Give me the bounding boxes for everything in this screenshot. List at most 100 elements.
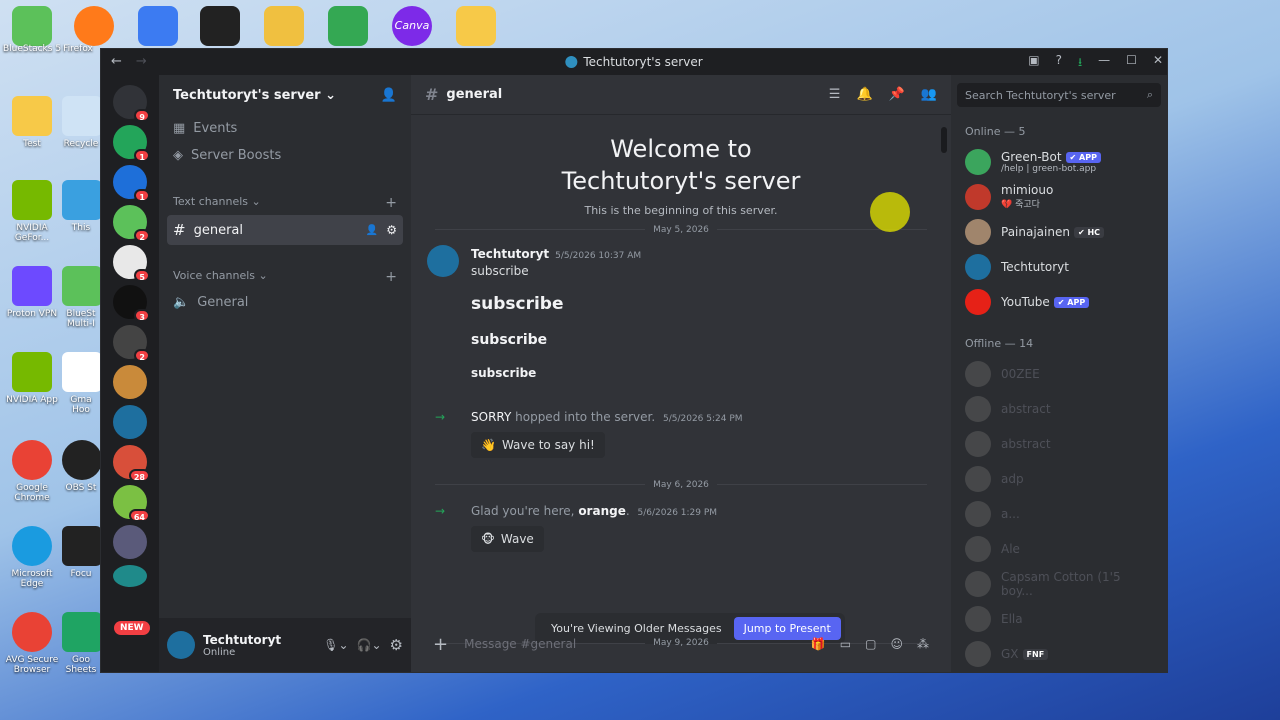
canva-icon[interactable]: Canva [392,6,432,46]
wave-button[interactable]: 🐵 Wave [471,525,544,552]
text-channels-category[interactable]: Text channels ⌄ + [159,185,411,215]
avatar[interactable] [965,183,991,210]
desktop-icon-avg[interactable]: AVG Secure Browser [0,612,64,676]
message-input[interactable]: Message #general [464,637,795,651]
avatar[interactable] [965,360,991,387]
desktop-icon-gma[interactable]: Gma Hoo [62,352,100,416]
gear-icon[interactable]: ⚙ [390,636,403,654]
voice-channel-general[interactable]: 🔈 General [159,289,411,316]
avatar[interactable] [427,244,459,277]
avatar[interactable] [965,218,991,245]
help-icon[interactable]: ? [1056,53,1062,74]
threads-icon[interactable]: ☰ [829,87,841,102]
emoji-icon[interactable]: ☺ [890,637,903,651]
desktop-icon-sheets[interactable]: Goo Sheets [62,612,100,676]
desktop-icon-recycle[interactable]: Recycle [62,96,100,149]
server-header[interactable]: Techtutoryt's server ⌄ 👤 [159,75,411,115]
server-boosts-item[interactable]: ◈ Server Boosts [159,142,411,169]
avatar[interactable] [965,570,991,597]
microphone-icon[interactable]: 🎙⌄ [323,638,348,652]
folder-icon[interactable] [456,6,496,46]
member-item[interactable]: abstract [951,426,1167,461]
search-input[interactable]: Search Techtutoryt's server ⌕ [957,83,1161,107]
desktop-icon-nvidia[interactable]: NVIDIA GeFor... [0,180,64,244]
avatar[interactable] [965,395,991,422]
download-icon[interactable]: ⭳ [1078,53,1082,74]
close-button[interactable]: ✕ [1153,53,1163,74]
desktop-icon-bluestacks-multi[interactable]: BlueSt Multi-I [62,266,100,330]
minimize-button[interactable]: — [1098,53,1110,74]
gear-icon[interactable]: ⚙ [386,223,397,237]
member-item[interactable]: 00ZEE [951,356,1167,391]
avatar[interactable] [965,148,991,175]
avatar[interactable] [965,253,991,280]
desktop-icon-protonvpn[interactable]: Proton VPN [0,266,64,319]
join-username[interactable]: SORRY [471,410,511,424]
avatar[interactable] [965,288,991,315]
app-icon[interactable] [12,6,52,46]
voice-channels-category[interactable]: Voice channels ⌄ + [159,259,411,289]
inbox-icon[interactable]: ▣ [1028,53,1039,74]
server-icon[interactable]: 1 [113,165,150,202]
server-icon[interactable]: 28 [113,445,150,482]
server-icon[interactable]: 1 [113,125,150,162]
avatar[interactable] [965,500,991,527]
wave-button[interactable]: 👋 Wave to say hi! [471,431,605,458]
server-icon[interactable]: 2 [113,205,150,242]
scrollbar[interactable] [941,127,947,153]
maximize-button[interactable]: ☐ [1126,53,1137,74]
add-attachment-icon[interactable]: + [433,634,448,655]
member-item[interactable]: Painajainen ✔ HC [951,214,1167,249]
member-item[interactable]: YouTube ✔ APP [951,284,1167,319]
apps-icon[interactable]: ⁂ [917,637,929,651]
forward-arrow-icon[interactable]: → [136,54,147,69]
join-username[interactable]: orange [578,504,626,518]
avatar[interactable] [965,605,991,632]
desktop-icon-test[interactable]: Test [0,96,64,149]
server-icon[interactable]: 5 [113,245,150,282]
channel-general[interactable]: # general 👤 ⚙ [167,215,403,245]
firefox-icon[interactable] [74,6,114,46]
sticker-icon[interactable]: ▢ [865,637,876,651]
server-icon[interactable] [113,365,147,399]
photos-icon[interactable] [264,6,304,46]
back-arrow-icon[interactable]: ← [111,54,122,69]
gif-icon[interactable]: ▭ [840,637,851,651]
member-item[interactable]: abstract [951,391,1167,426]
desktop-icon-obs[interactable]: OBS St [62,440,100,493]
member-item[interactable]: a... [951,496,1167,531]
message-author[interactable]: Techtutoryt [471,247,549,261]
desktop-icon-focu[interactable]: Focu [62,526,100,579]
bell-icon[interactable]: 🔔 [856,87,872,102]
avatar[interactable] [965,465,991,492]
message[interactable]: Techtutoryt 5/5/2026 10:37 AM subscribe s… [411,243,951,380]
desktop-icon-this[interactable]: This [62,180,100,233]
pin-icon[interactable]: 📌 [889,87,905,102]
desktop-icon-firefox[interactable]: Firefox [58,44,98,54]
desktop-icon-edge[interactable]: Microsoft Edge [0,526,64,590]
avatar[interactable] [167,631,195,659]
server-icon[interactable] [113,405,147,439]
invite-icon[interactable]: 👤 [381,88,397,103]
member-item[interactable]: adp [951,461,1167,496]
server-icon[interactable] [113,525,147,559]
server-icon[interactable]: 2 [113,325,150,362]
roblox-icon[interactable] [200,6,240,46]
drive-icon[interactable] [328,6,368,46]
member-item[interactable]: Techtutoryt [951,249,1167,284]
avatar[interactable] [965,535,991,562]
member-item[interactable]: Ella [951,601,1167,636]
add-channel-icon[interactable]: + [385,269,397,285]
invite-icon[interactable]: 👤 [366,225,378,236]
desktop-icon-chrome[interactable]: Google Chrome [0,440,64,504]
member-item[interactable]: Capsam Cotton (1'5 boy... [951,566,1167,601]
avatar[interactable] [965,430,991,457]
avatar[interactable] [965,640,991,667]
server-icon[interactable]: 64 [113,485,150,522]
docs-icon[interactable] [138,6,178,46]
member-item[interactable]: Green-Bot ✔ APP/help | green-bot.app [951,144,1167,179]
desktop-icon-bluestacks[interactable]: BlueStacks 5 [0,44,64,54]
desktop-icon-nvidia-app[interactable]: NVIDIA App [0,352,64,405]
add-channel-icon[interactable]: + [385,195,397,211]
gift-icon[interactable]: 🎁 [811,637,826,651]
